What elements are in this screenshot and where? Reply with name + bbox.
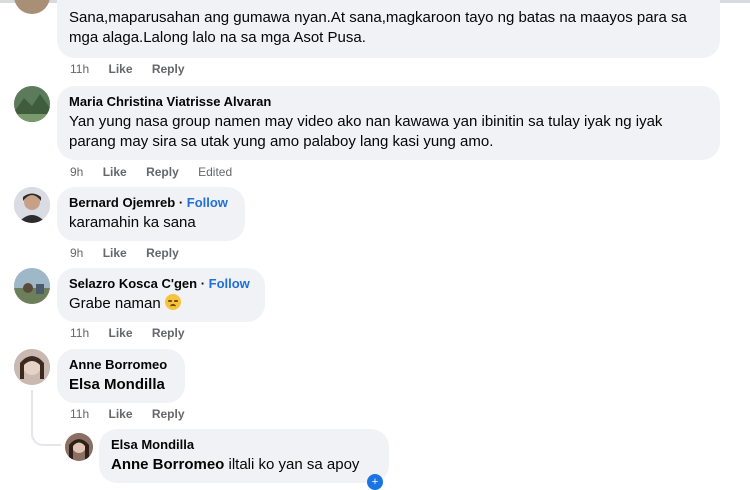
commenter-name[interactable]: Anne Borromeo (69, 357, 173, 373)
comment-bubble: Maria Christina Viatrisse Alvaran Yan yu… (57, 86, 720, 160)
avatar[interactable] (14, 268, 50, 304)
timestamp[interactable]: 9h (70, 246, 83, 260)
comment-bubble: Bernard Ojemreb · Follow karamahin ka sa… (57, 187, 245, 241)
comment-bubble: Sana,maparusahan ang gumawa nyan.At sana… (57, 0, 720, 58)
scroll-indicator-icon[interactable]: + (367, 474, 383, 490)
edited-label[interactable]: Edited (198, 165, 232, 179)
reply-button[interactable]: Reply (152, 62, 185, 76)
timestamp[interactable]: 11h (70, 326, 89, 340)
comment-bubble: Selazro Kosca C'gen · Follow Grabe naman (57, 268, 265, 322)
like-button[interactable]: Like (103, 165, 127, 179)
comment-actions: 11h Like Reply (70, 406, 201, 422)
commenter-header: Bernard Ojemreb · Follow (69, 195, 233, 211)
comment-actions: 9h Like Reply (70, 245, 195, 261)
commenter-name[interactable]: Elsa Mondilla (111, 437, 377, 453)
comment-text-row: Anne Borromeo iltali ko yan sa apoy (111, 455, 377, 475)
commenter-name[interactable]: Bernard Ojemreb (69, 195, 175, 210)
commenter-name[interactable]: Maria Christina Viatrisse Alvaran (69, 94, 708, 110)
avatar[interactable] (65, 433, 93, 461)
like-button[interactable]: Like (108, 407, 132, 421)
timestamp[interactable]: 9h (70, 165, 83, 179)
reply-button[interactable]: Reply (146, 246, 179, 260)
avatar[interactable] (14, 187, 50, 223)
comment-bubble: Anne Borromeo Elsa Mondilla (57, 349, 185, 403)
reply-thread-line (31, 390, 61, 446)
comment-text: Sana,maparusahan ang gumawa nyan.At sana… (69, 9, 687, 46)
like-button[interactable]: Like (108, 62, 132, 76)
timestamp[interactable]: 11h (70, 62, 89, 76)
comment-bubble: Elsa Mondilla Anne Borromeo iltali ko ya… (99, 429, 389, 483)
avatar[interactable] (14, 349, 50, 385)
mention-tag[interactable]: Elsa Mondilla (69, 375, 173, 395)
comment-text: karamahin ka sana (69, 214, 196, 231)
like-button[interactable]: Like (103, 246, 127, 260)
name-separator: · (175, 195, 187, 210)
mention-tag[interactable]: Anne Borromeo (111, 456, 224, 473)
sad-face-emoji-icon (164, 294, 181, 310)
profile-photo-icon (14, 86, 50, 122)
profile-photo-icon (14, 349, 50, 385)
commenter-name[interactable]: Selazro Kosca C'gen (69, 276, 197, 291)
comment-text-row: Grabe naman (69, 294, 253, 314)
commenter-header: Selazro Kosca C'gen · Follow (69, 276, 253, 292)
profile-photo-icon (14, 187, 50, 223)
reply-button[interactable]: Reply (152, 326, 185, 340)
comment-text: Yan yung nasa group namen may video ako … (69, 113, 663, 150)
profile-photo-icon (14, 0, 50, 14)
name-separator: · (197, 276, 209, 291)
comment-text: iltali ko yan sa apoy (224, 456, 360, 473)
comment-actions: 9h Like Reply Edited (70, 164, 248, 180)
like-button[interactable]: Like (108, 326, 132, 340)
comment-text: Grabe naman (69, 295, 161, 312)
reply-button[interactable]: Reply (146, 165, 179, 179)
timestamp[interactable]: 11h (70, 407, 89, 421)
comment-actions: 11h Like Reply (70, 325, 201, 341)
reply-button[interactable]: Reply (152, 407, 185, 421)
profile-photo-icon (14, 268, 50, 304)
follow-button[interactable]: Follow (187, 195, 228, 210)
avatar[interactable] (14, 86, 50, 122)
avatar[interactable] (14, 0, 50, 14)
comment-actions: 11h Like Reply (70, 61, 201, 77)
follow-button[interactable]: Follow (209, 276, 250, 291)
profile-photo-icon (65, 433, 93, 461)
